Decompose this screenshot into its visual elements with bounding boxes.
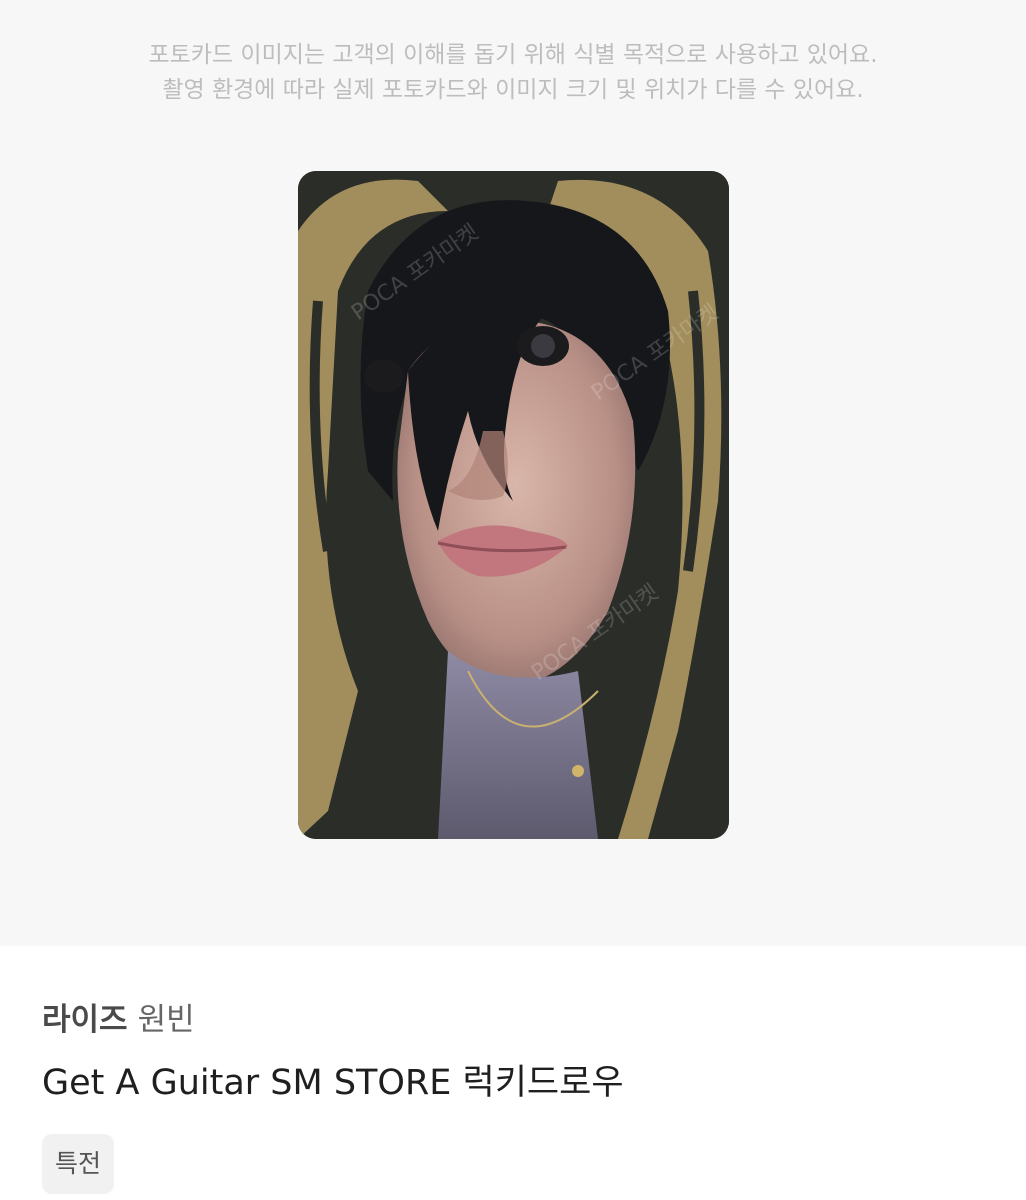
group-name: 라이즈 — [42, 1002, 128, 1038]
product-title: Get A Guitar SM STORE 럭키드로우 — [42, 1063, 624, 1103]
photocard-illustration: POCA 포카마켓 POCA 포카마켓 POCA 포카마켓 — [298, 171, 729, 839]
product-info: 라이즈 원빈 Get A Guitar SM STORE 럭키드로우 특전 — [0, 946, 1026, 1200]
image-notice: 포토카드 이미지는 고객의 이해를 돕기 위해 식별 목적으로 사용하고 있어요… — [0, 38, 1026, 108]
photocard-image[interactable]: POCA 포카마켓 POCA 포카마켓 POCA 포카마켓 — [298, 171, 729, 839]
benefit-badge: 특전 — [42, 1134, 115, 1194]
image-section: 포토카드 이미지는 고객의 이해를 돕기 위해 식별 목적으로 사용하고 있어요… — [0, 0, 1026, 946]
notice-line-1: 포토카드 이미지는 고객의 이해를 돕기 위해 식별 목적으로 사용하고 있어요… — [148, 42, 878, 68]
member-name: 원빈 — [137, 1002, 195, 1038]
notice-line-2: 촬영 환경에 따라 실제 포토카드와 이미지 크기 및 위치가 다를 수 있어요… — [162, 77, 864, 103]
artist-line: 라이즈 원빈 — [42, 1000, 195, 1040]
